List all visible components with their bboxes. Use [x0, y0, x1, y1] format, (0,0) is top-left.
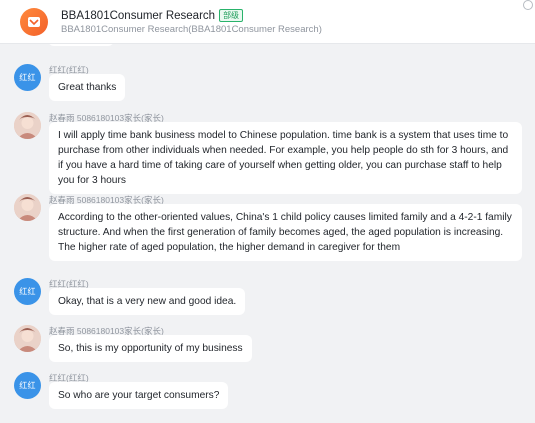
message-bubble: According to the other-oriented values, … — [49, 204, 522, 261]
group-logo-icon — [28, 17, 40, 27]
avatar[interactable] — [14, 112, 41, 139]
user-photo-icon — [14, 112, 41, 139]
avatar[interactable]: 红红 — [14, 278, 41, 305]
chat-title-text: BBA1801Consumer Research — [61, 9, 216, 22]
avatar[interactable]: 红红 — [14, 372, 41, 399]
user-photo-icon — [14, 325, 41, 352]
more-icon[interactable] — [523, 0, 533, 10]
message-list[interactable]: 红红 红红(红红) Great thanks 赵春雨 5086180103家长(… — [0, 38, 535, 423]
message-bubble: Okay, that is a very new and good idea. — [49, 288, 246, 315]
message-bubble: I will apply time bank business model to… — [49, 122, 522, 194]
avatar[interactable] — [14, 325, 41, 352]
group-badge: 部级 — [219, 9, 244, 22]
avatar[interactable] — [14, 194, 41, 221]
chat-subtitle: BBA1801Consumer Research(BBA1801Consumer… — [61, 24, 322, 35]
chat-title: BBA1801Consumer Research 部级 — [61, 9, 244, 22]
avatar[interactable]: 红红 — [14, 64, 41, 91]
message-bubble: So who are your target consumers? — [49, 382, 229, 409]
message-bubble: So, this is my opportunity of my busines… — [49, 335, 252, 362]
chat-header: BBA1801Consumer Research 部级 BBA1801Consu… — [0, 0, 535, 44]
user-photo-icon — [14, 194, 41, 221]
message-bubble: Great thanks — [49, 74, 126, 101]
group-avatar[interactable] — [20, 8, 48, 36]
